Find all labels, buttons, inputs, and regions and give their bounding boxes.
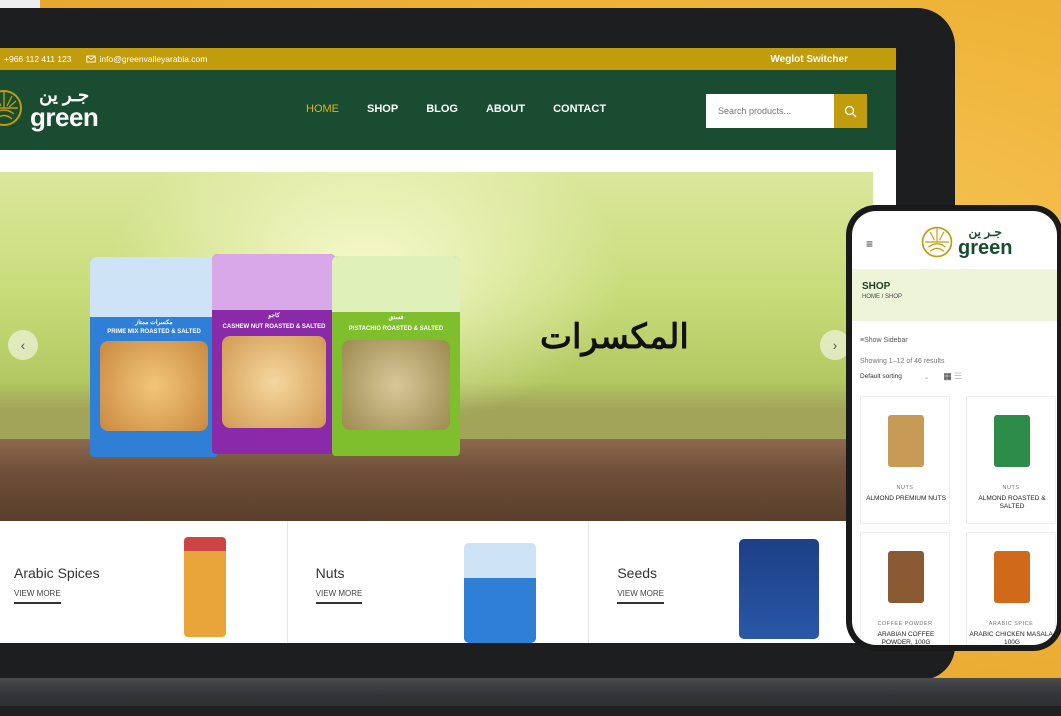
bag-nuts-window [222,336,326,428]
product-image [888,551,924,603]
nuts-bag-image [463,543,536,643]
spice-jar-image [184,537,226,637]
email-contact[interactable]: info@greenvalleyarabia.com [85,54,208,64]
bag-arabic-label: مكسرات ممتاز [135,320,173,326]
seeds-bag-image [739,539,820,639]
logo-mark-icon [0,90,22,126]
phone-frame: ≡ جـر ين green SHOP HOME / SHOP ≡Show Si… [846,205,1061,651]
bag-nuts-window [342,340,450,430]
result-count: Showing 1–12 of 46 results [860,358,945,365]
search-button[interactable] [834,94,867,128]
search-icon [844,105,857,117]
product-category: NUTS [1002,485,1020,491]
phone-number: +966 112 411 123 [4,54,72,64]
product-image [994,415,1030,467]
nav-shop[interactable]: SHOP [367,103,398,115]
product-name[interactable]: ALMOND PREMIUM NUTS [863,495,949,503]
top-bar: +966 112 411 123 info@greenvalleyarabia.… [0,48,896,70]
nav-contact[interactable]: CONTACT [553,103,606,115]
product-name[interactable]: ARABIC CHICKEN MASALA, 100G [969,631,1055,645]
phone-screen: ≡ جـر ين green SHOP HOME / SHOP ≡Show Si… [852,211,1057,645]
logo-english: green [958,237,1013,259]
product-card[interactable]: COFFEE POWDER ARABIAN COFFEE POWDER, 100… [860,532,950,645]
category-nuts[interactable]: Nuts VIEW MORE [288,521,590,643]
bag-label: CASHEW NUT ROASTED & SALTED [222,324,326,330]
shop-banner: SHOP HOME / SHOP [852,269,1057,321]
hamburger-icon[interactable]: ≡ [866,237,873,251]
nav-blog[interactable]: BLOG [426,103,458,115]
show-sidebar-label: Show Sidebar [864,337,908,344]
logo-text: جـر ين green [30,86,99,132]
sort-select[interactable]: Default sorting [860,373,902,380]
product-image [994,551,1030,603]
logo-english: green [30,102,99,132]
category-name: Seeds [617,565,658,581]
product-image [888,415,924,467]
nav-about[interactable]: ABOUT [486,103,525,115]
sort-row: Default sorting ⌄ ▦ ☰ [860,371,1057,382]
chevron-left-icon: ‹ [20,337,26,353]
search-box [706,94,867,128]
logo-mark-icon [921,226,953,258]
category-strip: Arabic Spices VIEW MORE Nuts VIEW MORE S… [0,521,890,643]
bag-nuts-window [100,341,208,431]
show-sidebar-button[interactable]: ≡Show Sidebar [860,337,1057,344]
category-arabic-spices[interactable]: Arabic Spices VIEW MORE [0,521,288,643]
product-card[interactable]: NUTS ALMOND ROASTED & SALTED [966,396,1056,524]
breadcrumb: HOME / SHOP [862,294,903,300]
phone-header: ≡ جـر ين green [852,211,1057,269]
product-name[interactable]: ARABIAN COFFEE POWDER, 100G [863,631,949,645]
category-seeds[interactable]: Seeds VIEW MORE [589,521,890,643]
search-input[interactable] [706,94,834,128]
phone-logo[interactable]: جـر ين green [920,225,1012,259]
bag-top [90,257,218,317]
shop-title: SHOP [862,281,891,292]
product-category: COFFEE POWDER [877,621,933,627]
bag-arabic-label: كاجو [268,313,280,319]
email-address: info@greenvalleyarabia.com [99,54,208,64]
slider-prev-button[interactable]: ‹ [8,330,38,360]
view-more-link[interactable]: VIEW MORE [14,589,61,604]
bag-label: PISTACHIO ROASTED & SALTED [348,326,444,332]
main-nav: HOME SHOP BLOG ABOUT CONTACT [306,103,634,115]
view-more-link[interactable]: VIEW MORE [315,589,363,604]
site-logo[interactable]: جـر ين green [0,86,99,132]
product-card[interactable]: ARABIC SPICE ARABIC CHICKEN MASALA, 100G [966,532,1056,645]
product-card[interactable]: NUTS ALMOND PREMIUM NUTS [860,396,950,524]
bag-top [212,254,336,310]
site-header: جـر ين green HOME SHOP BLOG ABOUT CONTAC… [0,70,896,150]
product-bag-pistachio: فستق PISTACHIO ROASTED & SALTED [332,256,460,456]
hero-title: المكسرات [540,317,689,357]
product-name[interactable]: ALMOND ROASTED & SALTED [969,495,1055,512]
bag-top [332,256,460,312]
bag-label: PRIME MIX ROASTED & SALTED [107,329,201,335]
nav-home[interactable]: HOME [306,103,339,115]
list-view-icon[interactable]: ☰ [954,371,962,382]
mail-icon [85,55,96,63]
view-more-link[interactable]: VIEW MORE [617,589,665,604]
grid-view-icon[interactable]: ▦ [943,371,952,382]
weglot-switcher[interactable]: Weglot Switcher [770,54,848,65]
chevron-down-icon: ⌄ [923,373,930,381]
product-category: ARABIC SPICE [988,621,1034,627]
laptop-base [0,678,1061,716]
product-bag-cashew: كاجو CASHEW NUT ROASTED & SALTED [212,254,336,454]
phone-contact[interactable]: +966 112 411 123 [0,54,72,64]
bag-arabic-label: فستق [388,315,404,321]
website-screen: +966 112 411 123 info@greenvalleyarabia.… [0,48,896,643]
category-name: Nuts [315,565,345,581]
product-category: NUTS [896,485,914,491]
hero-slider: مكسرات ممتاز PRIME MIX ROASTED & SALTED … [0,172,873,521]
phone-logo-text: جـر ين green [958,226,1012,258]
category-name: Arabic Spices [14,565,100,581]
chevron-right-icon: › [832,337,838,353]
product-bag-prime-mix: مكسرات ممتاز PRIME MIX ROASTED & SALTED [90,257,218,457]
laptop-frame: +966 112 411 123 info@greenvalleyarabia.… [0,8,955,680]
